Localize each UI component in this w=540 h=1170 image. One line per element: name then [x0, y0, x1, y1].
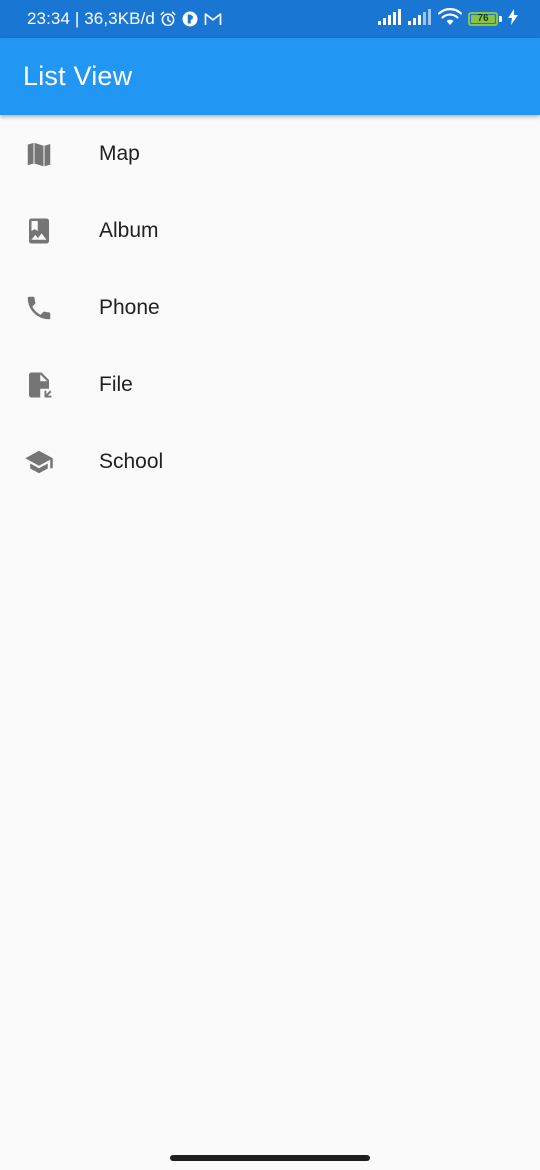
list-item-label: Map [99, 141, 140, 165]
list-view: Map Album Phone File School [0, 115, 540, 500]
list-item-label: Phone [99, 295, 160, 319]
app-bar: List View [0, 38, 540, 115]
list-item-label: School [99, 449, 164, 473]
app-notification-icon [181, 10, 199, 28]
alarm-icon [159, 10, 177, 28]
list-item-label: File [99, 372, 133, 396]
photo-album-icon [24, 216, 54, 246]
list-item-label: Album [99, 218, 159, 242]
navigation-handle[interactable] [170, 1155, 370, 1161]
status-bar: 23:34 | 36,3KB/d 76 [0, 0, 540, 38]
status-time-speed: 23:34 | 36,3KB/d [27, 9, 155, 28]
file-icon [24, 370, 54, 400]
page-title: List View [23, 61, 133, 91]
map-icon [24, 139, 54, 169]
battery-level: 76 [471, 14, 495, 24]
wifi-icon [437, 7, 463, 31]
phone-icon [24, 293, 54, 323]
signal-icon [408, 8, 432, 30]
list-item-map[interactable]: Map [0, 115, 540, 192]
list-item-phone[interactable]: Phone [0, 269, 540, 346]
battery-icon: 76 [468, 12, 502, 26]
status-right: 76 [378, 7, 518, 31]
gmail-icon [203, 10, 223, 28]
list-item-album[interactable]: Album [0, 192, 540, 269]
list-item-school[interactable]: School [0, 423, 540, 500]
school-icon [24, 447, 54, 477]
status-left: 23:34 | 36,3KB/d [27, 9, 223, 29]
signal-icon [378, 8, 402, 30]
charging-icon [508, 8, 518, 30]
list-item-file[interactable]: File [0, 346, 540, 423]
